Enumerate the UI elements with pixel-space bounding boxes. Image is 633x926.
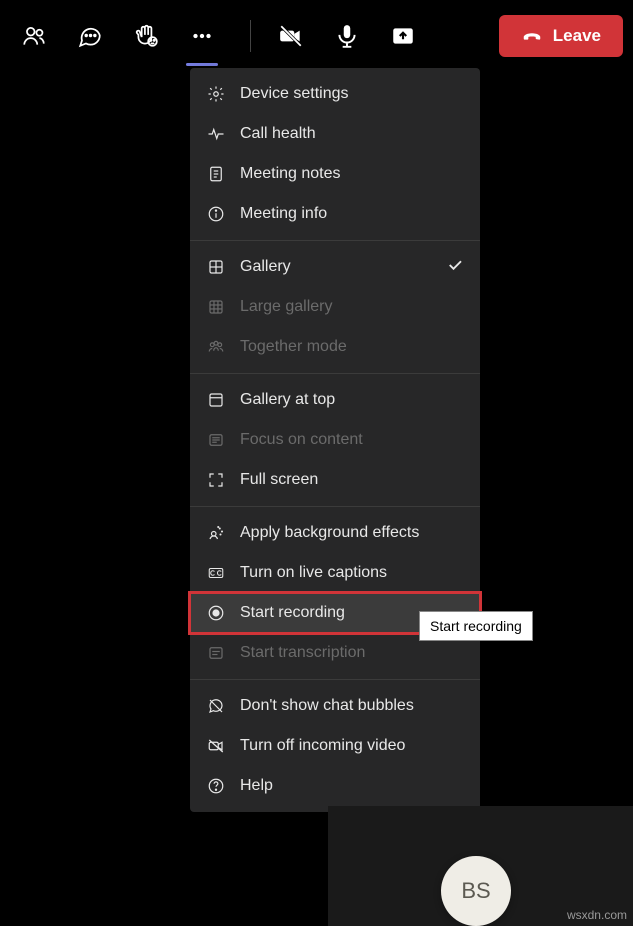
menu-section-view: Gallery at top Focus on content Full scr… [190, 374, 480, 507]
menu-label: Gallery at top [240, 391, 335, 409]
more-actions-button[interactable] [178, 12, 226, 60]
menu-label: Turn off incoming video [240, 737, 405, 755]
microphone-icon [334, 23, 360, 49]
share-screen-icon [390, 23, 416, 49]
camera-button[interactable] [267, 12, 315, 60]
menu-item-gallery[interactable]: Gallery [190, 247, 480, 287]
more-horizontal-icon [189, 23, 215, 49]
video-off-icon [278, 23, 304, 49]
menu-label: Gallery [240, 258, 291, 276]
menu-item-call-health[interactable]: Call health [190, 114, 480, 154]
gallery-top-icon [206, 390, 226, 410]
grid-icon [206, 257, 226, 277]
meeting-toolbar: Leave [0, 0, 633, 72]
menu-label: Call health [240, 125, 316, 143]
menu-item-live-captions[interactable]: Turn on live captions [190, 553, 480, 593]
leave-button[interactable]: Leave [499, 15, 623, 57]
people-icon [21, 23, 47, 49]
mic-button[interactable] [323, 12, 371, 60]
menu-label: Focus on content [240, 431, 363, 449]
focus-icon [206, 430, 226, 450]
gear-icon [206, 84, 226, 104]
menu-label: Large gallery [240, 298, 333, 316]
video-off-icon [206, 736, 226, 756]
chat-bubbles-off-icon [206, 696, 226, 716]
menu-label: Start recording [240, 604, 345, 622]
menu-item-help[interactable]: Help [190, 766, 480, 806]
menu-label: Meeting info [240, 205, 327, 223]
share-button[interactable] [379, 12, 427, 60]
toolbar-divider [250, 20, 251, 52]
menu-label: Full screen [240, 471, 318, 489]
leave-label: Leave [553, 26, 601, 46]
active-indicator [186, 63, 218, 66]
reactions-button[interactable] [122, 12, 170, 60]
menu-item-large-gallery: Large gallery [190, 287, 480, 327]
menu-item-fullscreen[interactable]: Full screen [190, 460, 480, 500]
menu-label: Together mode [240, 338, 347, 356]
fullscreen-icon [206, 470, 226, 490]
hangup-icon [521, 25, 543, 47]
menu-item-device-settings[interactable]: Device settings [190, 74, 480, 114]
menu-item-incoming-video[interactable]: Turn off incoming video [190, 726, 480, 766]
pulse-icon [206, 124, 226, 144]
menu-item-meeting-notes[interactable]: Meeting notes [190, 154, 480, 194]
menu-section-misc: Don't show chat bubbles Turn off incomin… [190, 680, 480, 812]
record-icon [206, 603, 226, 623]
participant-avatar: BS [441, 856, 511, 926]
tooltip: Start recording [419, 611, 533, 641]
menu-item-chat-bubbles[interactable]: Don't show chat bubbles [190, 686, 480, 726]
grid-large-icon [206, 297, 226, 317]
effects-icon [206, 523, 226, 543]
info-icon [206, 204, 226, 224]
more-actions-menu: Device settings Call health Meeting note… [190, 68, 480, 812]
menu-item-focus-content: Focus on content [190, 420, 480, 460]
hand-emoji-icon [133, 23, 159, 49]
menu-section-settings: Device settings Call health Meeting note… [190, 68, 480, 241]
menu-item-gallery-top[interactable]: Gallery at top [190, 380, 480, 420]
participants-button[interactable] [10, 12, 58, 60]
menu-label: Don't show chat bubbles [240, 697, 414, 715]
menu-label: Apply background effects [240, 524, 419, 542]
transcript-icon [206, 643, 226, 663]
chat-icon [77, 23, 103, 49]
chat-button[interactable] [66, 12, 114, 60]
notes-icon [206, 164, 226, 184]
help-icon [206, 776, 226, 796]
together-icon [206, 337, 226, 357]
menu-item-meeting-info[interactable]: Meeting info [190, 194, 480, 234]
menu-item-together-mode: Together mode [190, 327, 480, 367]
menu-label: Help [240, 777, 273, 795]
menu-label: Device settings [240, 85, 349, 103]
menu-section-layout: Gallery Large gallery Together mode [190, 241, 480, 374]
cc-icon [206, 563, 226, 583]
menu-label: Meeting notes [240, 165, 341, 183]
check-icon [446, 256, 464, 279]
menu-item-background-effects[interactable]: Apply background effects [190, 513, 480, 553]
menu-section-features: Apply background effects Turn on live ca… [190, 507, 480, 680]
menu-label: Turn on live captions [240, 564, 387, 582]
menu-label: Start transcription [240, 644, 365, 662]
watermark-text: wsxdn.com [567, 908, 627, 922]
